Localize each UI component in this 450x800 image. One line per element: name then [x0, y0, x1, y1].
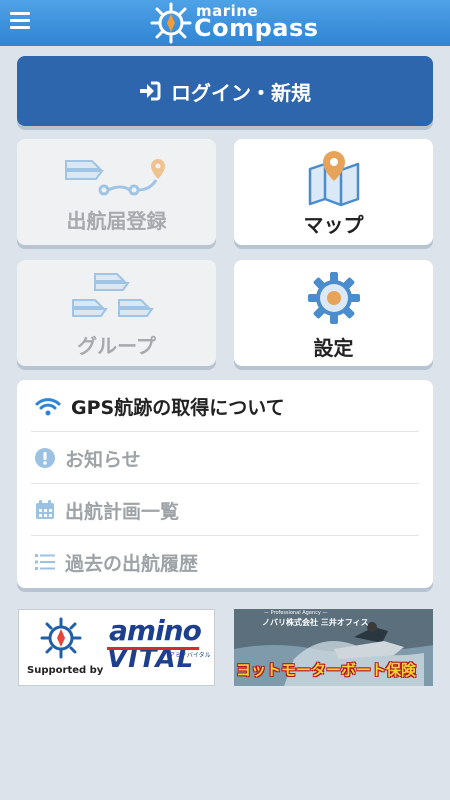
login-label: ログイン・新規 — [171, 80, 311, 105]
gear-icon — [308, 272, 360, 324]
menu-item-voyage-plans[interactable]: 出航計画一覧 — [17, 484, 433, 536]
calendar-icon — [36, 500, 54, 519]
wifi-icon — [35, 398, 61, 416]
supported-by-text: Supported by — [27, 665, 104, 676]
menu-item-news[interactable]: お知らせ — [17, 432, 433, 484]
aminovital-kana: アミノバイタル — [169, 652, 211, 659]
login-button[interactable]: ログイン・新規 — [17, 56, 433, 126]
boats-group-icon — [72, 273, 154, 317]
route-boat-icon — [65, 159, 165, 196]
compass-logo-icon — [150, 2, 192, 44]
tile-label: 出航届登録 — [66, 209, 167, 233]
insurance-title: ヨットモーターボート保険 — [236, 661, 417, 679]
sign-in-icon — [140, 81, 161, 101]
info-menu: GPS航跡の取得について お知らせ 出航計画一覧 過去の出航履歴 — [17, 380, 433, 588]
tile-label: マップ — [303, 213, 364, 237]
tile-label: 設定 — [313, 336, 354, 360]
logo-compass-text: Compass — [194, 14, 319, 42]
menu-item-label: 出航計画一覧 — [65, 501, 180, 523]
tile-group[interactable]: グループ — [17, 260, 216, 366]
tile-map[interactable]: マップ — [234, 139, 433, 245]
company-name: ノバリ株式会社 三井オフィス — [262, 618, 369, 627]
menu-item-label: お知らせ — [65, 449, 141, 471]
info-icon — [35, 448, 55, 468]
app-logo: marine Compass — [150, 2, 318, 44]
menu-item-label: GPS航跡の取得について — [71, 397, 285, 419]
list-icon — [35, 554, 55, 570]
menu-item-label: 過去の出航履歴 — [65, 553, 199, 575]
sponsor-banner-aminovital[interactable]: Supported by amino VITAL アミノバイタル — [18, 609, 215, 686]
tile-label: グループ — [77, 334, 156, 358]
aminovital-logo-line1: amino — [109, 614, 202, 647]
app-header: marine Compass — [0, 0, 450, 46]
compass-logo-icon — [40, 617, 82, 659]
insurance-banner[interactable]: — Professional Agency — ノバリ株式会社 三井オフィス ヨ… — [234, 609, 433, 686]
tile-settings[interactable]: 設定 — [234, 260, 433, 366]
tile-departure-registration[interactable]: 出航届登録 — [17, 139, 216, 245]
agency-small-text: — Professional Agency — — [264, 610, 328, 616]
menu-icon[interactable] — [10, 12, 30, 30]
map-icon — [308, 151, 360, 207]
menu-item-past-history[interactable]: 過去の出航履歴 — [17, 536, 433, 588]
menu-item-gps-info[interactable]: GPS航跡の取得について — [17, 380, 433, 432]
